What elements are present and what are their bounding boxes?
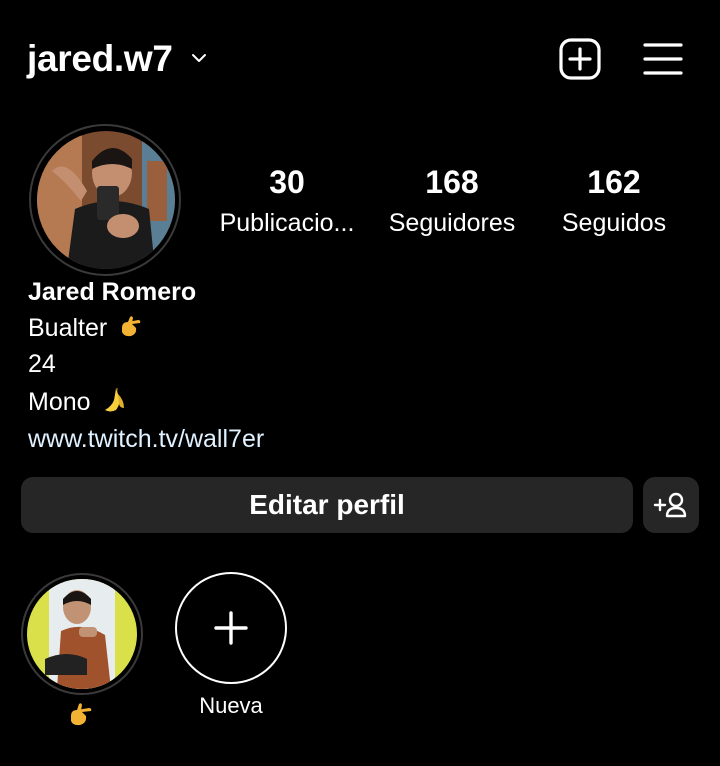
plus-square-icon[interactable] bbox=[558, 37, 602, 81]
stat-posts[interactable]: 30 Publicacio... bbox=[207, 162, 367, 242]
bio-text: Mono bbox=[28, 388, 91, 416]
posts-count: 30 bbox=[269, 164, 305, 200]
following-count: 162 bbox=[587, 164, 641, 200]
followers-label: Seguidores bbox=[388, 209, 516, 237]
discover-people-button[interactable] bbox=[643, 477, 699, 533]
avatar-photo bbox=[37, 131, 175, 269]
profile-website-link[interactable]: www.twitch.tv/wall7er bbox=[28, 421, 264, 457]
profile-username[interactable]: jared.w7 bbox=[27, 36, 173, 82]
pointing-hand-emoji bbox=[71, 703, 92, 726]
pointing-hand-emoji bbox=[122, 316, 141, 337]
stat-following[interactable]: 162 Seguidos bbox=[534, 162, 694, 242]
posts-label: Publicacio... bbox=[219, 209, 355, 237]
add-person-icon bbox=[653, 492, 687, 518]
bio-line: 24 bbox=[28, 350, 56, 378]
bio-text: Bualter bbox=[28, 314, 108, 342]
plus-icon bbox=[214, 611, 248, 645]
followers-count: 168 bbox=[425, 164, 479, 200]
edit-profile-button[interactable]: Editar perfil bbox=[21, 477, 633, 533]
bio-line: Bualter bbox=[28, 310, 142, 346]
new-highlight-label: Nueva bbox=[199, 693, 263, 718]
profile-avatar[interactable] bbox=[37, 131, 175, 269]
story-highlight[interactable] bbox=[27, 579, 137, 689]
highlight-cover-photo bbox=[27, 579, 137, 689]
stat-followers[interactable]: 168 Seguidores bbox=[372, 162, 532, 242]
profile-full-name: Jared Romero bbox=[28, 278, 197, 306]
banana-emoji bbox=[104, 388, 124, 412]
following-label: Seguidos bbox=[561, 209, 667, 237]
chevron-down-icon[interactable] bbox=[190, 50, 208, 66]
new-highlight-button[interactable] bbox=[175, 572, 287, 684]
hamburger-menu-icon[interactable] bbox=[641, 37, 685, 81]
bio-line: Mono bbox=[28, 384, 128, 420]
